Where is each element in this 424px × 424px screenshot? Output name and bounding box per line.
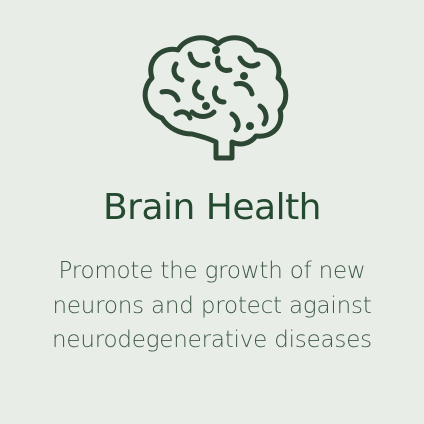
icon-container <box>0 30 424 165</box>
card-description: Promote the growth of new neurons and pr… <box>52 258 372 353</box>
feature-card: Brain Health Promote the growth of new n… <box>0 0 424 424</box>
brain-icon <box>132 30 292 165</box>
card-title: Brain Health <box>102 187 322 228</box>
